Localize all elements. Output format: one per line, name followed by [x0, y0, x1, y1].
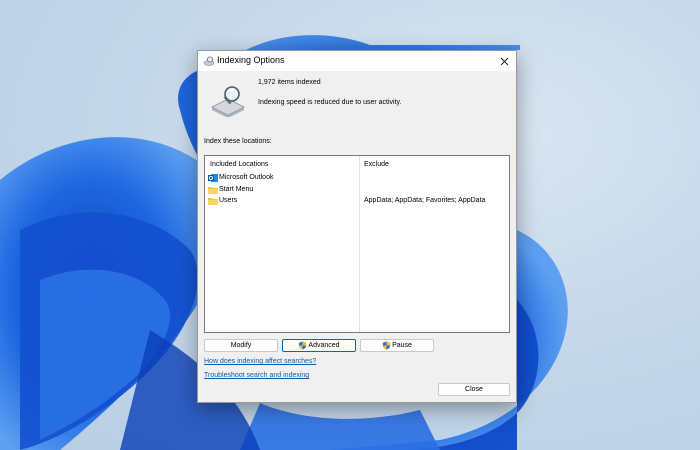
- close-window-button[interactable]: [492, 51, 516, 71]
- how-indexing-affects-searches-link[interactable]: How does indexing affect searches?: [204, 358, 316, 365]
- exclude-header: Exclude: [364, 161, 389, 168]
- location-name: Users: [219, 197, 238, 204]
- uac-shield-icon: [299, 341, 307, 350]
- advanced-button-label: Advanced: [308, 342, 340, 349]
- dialog-title: Indexing Options: [217, 55, 285, 65]
- users-exclude-value: AppData; AppData; Favorites; AppData: [364, 197, 486, 204]
- index-locations-label: Index these locations:: [204, 138, 272, 145]
- modify-button-label: Modify: [230, 342, 252, 349]
- indexing-status-message: Indexing speed is reduced due to user ac…: [258, 99, 402, 106]
- folder-icon: [208, 187, 218, 194]
- folder-icon: [208, 198, 218, 205]
- troubleshoot-search-link[interactable]: Troubleshoot search and indexing: [204, 372, 309, 379]
- location-row-start-menu[interactable]: Start Menu: [208, 185, 358, 196]
- advanced-button[interactable]: Advanced: [282, 339, 356, 352]
- included-locations-header: Included Locations: [210, 161, 269, 168]
- location-name: Microsoft Outlook: [219, 174, 274, 181]
- modify-button[interactable]: Modify: [204, 339, 278, 352]
- uac-shield-icon: [382, 341, 391, 350]
- outlook-icon: [208, 174, 218, 182]
- items-indexed-count: 1,972 items indexed: [258, 79, 321, 86]
- pause-button[interactable]: Pause: [360, 339, 434, 352]
- column-divider: [359, 156, 360, 332]
- close-icon: [500, 57, 508, 65]
- location-row-users[interactable]: Users: [208, 196, 358, 207]
- location-row-outlook[interactable]: Microsoft Outlook: [208, 173, 358, 184]
- indexing-magnifier-icon: [211, 86, 245, 117]
- pause-button-label: Pause: [392, 342, 412, 349]
- indexing-options-dialog: Indexing Options 1,972 items indexed Ind…: [197, 50, 517, 403]
- location-name: Start Menu: [219, 186, 254, 193]
- close-button-label: Close: [465, 386, 483, 393]
- locations-table[interactable]: Included Locations Exclude Microsoft Out…: [204, 155, 510, 333]
- close-button[interactable]: Close: [438, 383, 510, 396]
- indexing-options-icon: [203, 56, 215, 66]
- title-bar[interactable]: Indexing Options: [198, 51, 516, 71]
